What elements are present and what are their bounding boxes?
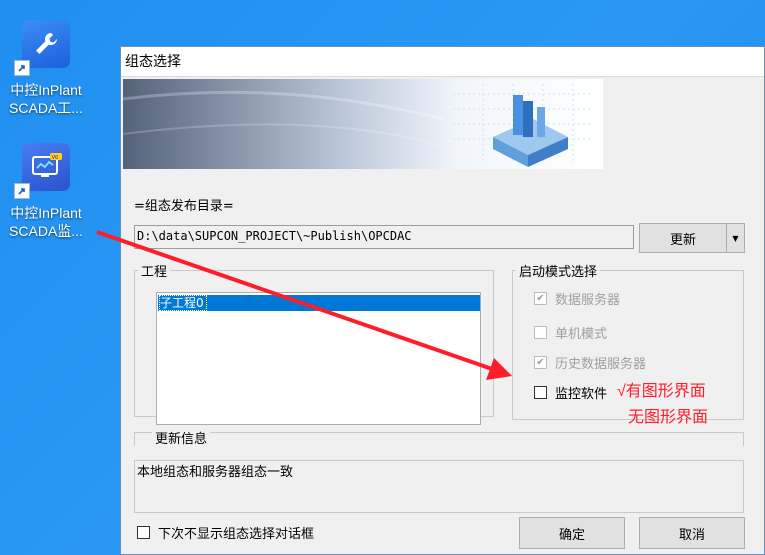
ok-button[interactable]: 确定 bbox=[519, 517, 625, 549]
shortcut-arrow-icon bbox=[14, 60, 30, 76]
desktop-icon-scada-monitor[interactable]: V6 中控InPlant SCADA监... bbox=[0, 143, 92, 240]
checkbox-label: 下次不显示组态选择对话框 bbox=[158, 527, 315, 542]
no-show-next-time-checkbox[interactable]: 下次不显示组态选择对话框 bbox=[137, 523, 314, 542]
update-dropdown-button[interactable]: ▼ bbox=[726, 223, 745, 253]
desktop-icon-caption: 中控InPlant SCADA工... bbox=[9, 82, 83, 116]
project-group-title: 工程 bbox=[141, 265, 168, 280]
dialog-title: 组态选择 bbox=[121, 47, 764, 77]
wrench-icon bbox=[14, 20, 70, 76]
checkbox-label: 单机模式 bbox=[555, 327, 608, 342]
checkbox-unchecked-icon bbox=[534, 326, 547, 339]
update-info-text: 本地组态和服务器组态一致 bbox=[134, 460, 744, 513]
shortcut-arrow-icon bbox=[14, 183, 30, 199]
project-group: 工程 子工程0 bbox=[134, 261, 494, 425]
desktop-icon-scada-engineer[interactable]: 中控InPlant SCADA工... bbox=[0, 20, 92, 117]
monitor-software-checkbox[interactable]: 监控软件 bbox=[534, 383, 607, 402]
dialog-banner-image bbox=[123, 79, 603, 169]
update-info-divider bbox=[134, 432, 744, 446]
publish-dir-label: =组态发布目录= bbox=[134, 199, 234, 214]
chevron-down-icon: ▼ bbox=[732, 233, 739, 243]
project-list[interactable]: 子工程0 bbox=[156, 292, 481, 425]
publish-dir-field[interactable]: D:\data\SUPCON_PROJECT\~Publish\OPCDAC bbox=[134, 225, 634, 249]
data-server-checkbox[interactable]: ✔ 数据服务器 bbox=[534, 289, 620, 308]
startup-mode-group-title: 启动模式选择 bbox=[519, 265, 598, 280]
checkbox-label: 历史数据服务器 bbox=[555, 357, 647, 372]
checkbox-label: 数据服务器 bbox=[555, 293, 621, 308]
standalone-mode-checkbox[interactable]: 单机模式 bbox=[534, 323, 607, 342]
checkbox-label: 监控软件 bbox=[555, 387, 608, 402]
update-button[interactable]: 更新 bbox=[639, 223, 727, 253]
checkbox-unchecked-icon bbox=[137, 526, 150, 539]
list-item[interactable]: 子工程0 bbox=[158, 295, 480, 311]
update-info-title: 更新信息 bbox=[152, 428, 211, 447]
annotation-without-gui: 无图形界面 bbox=[628, 409, 709, 426]
annotation-with-gui: √有图形界面 bbox=[617, 383, 706, 400]
checkbox-checked-icon: ✔ bbox=[534, 292, 547, 305]
svg-text:V6: V6 bbox=[52, 155, 59, 161]
desktop-icon-caption: 中控InPlant SCADA监... bbox=[9, 205, 83, 239]
monitor-chart-icon: V6 bbox=[14, 143, 70, 199]
checkbox-checked-icon: ✔ bbox=[534, 356, 547, 369]
cancel-button[interactable]: 取消 bbox=[639, 517, 745, 549]
checkbox-unchecked-icon bbox=[534, 386, 547, 399]
history-server-checkbox[interactable]: ✔ 历史数据服务器 bbox=[534, 353, 646, 372]
config-select-dialog: 组态选择 =组态发布目录= D:\data\SUPCON_PROJECT\~Pu… bbox=[120, 46, 765, 555]
